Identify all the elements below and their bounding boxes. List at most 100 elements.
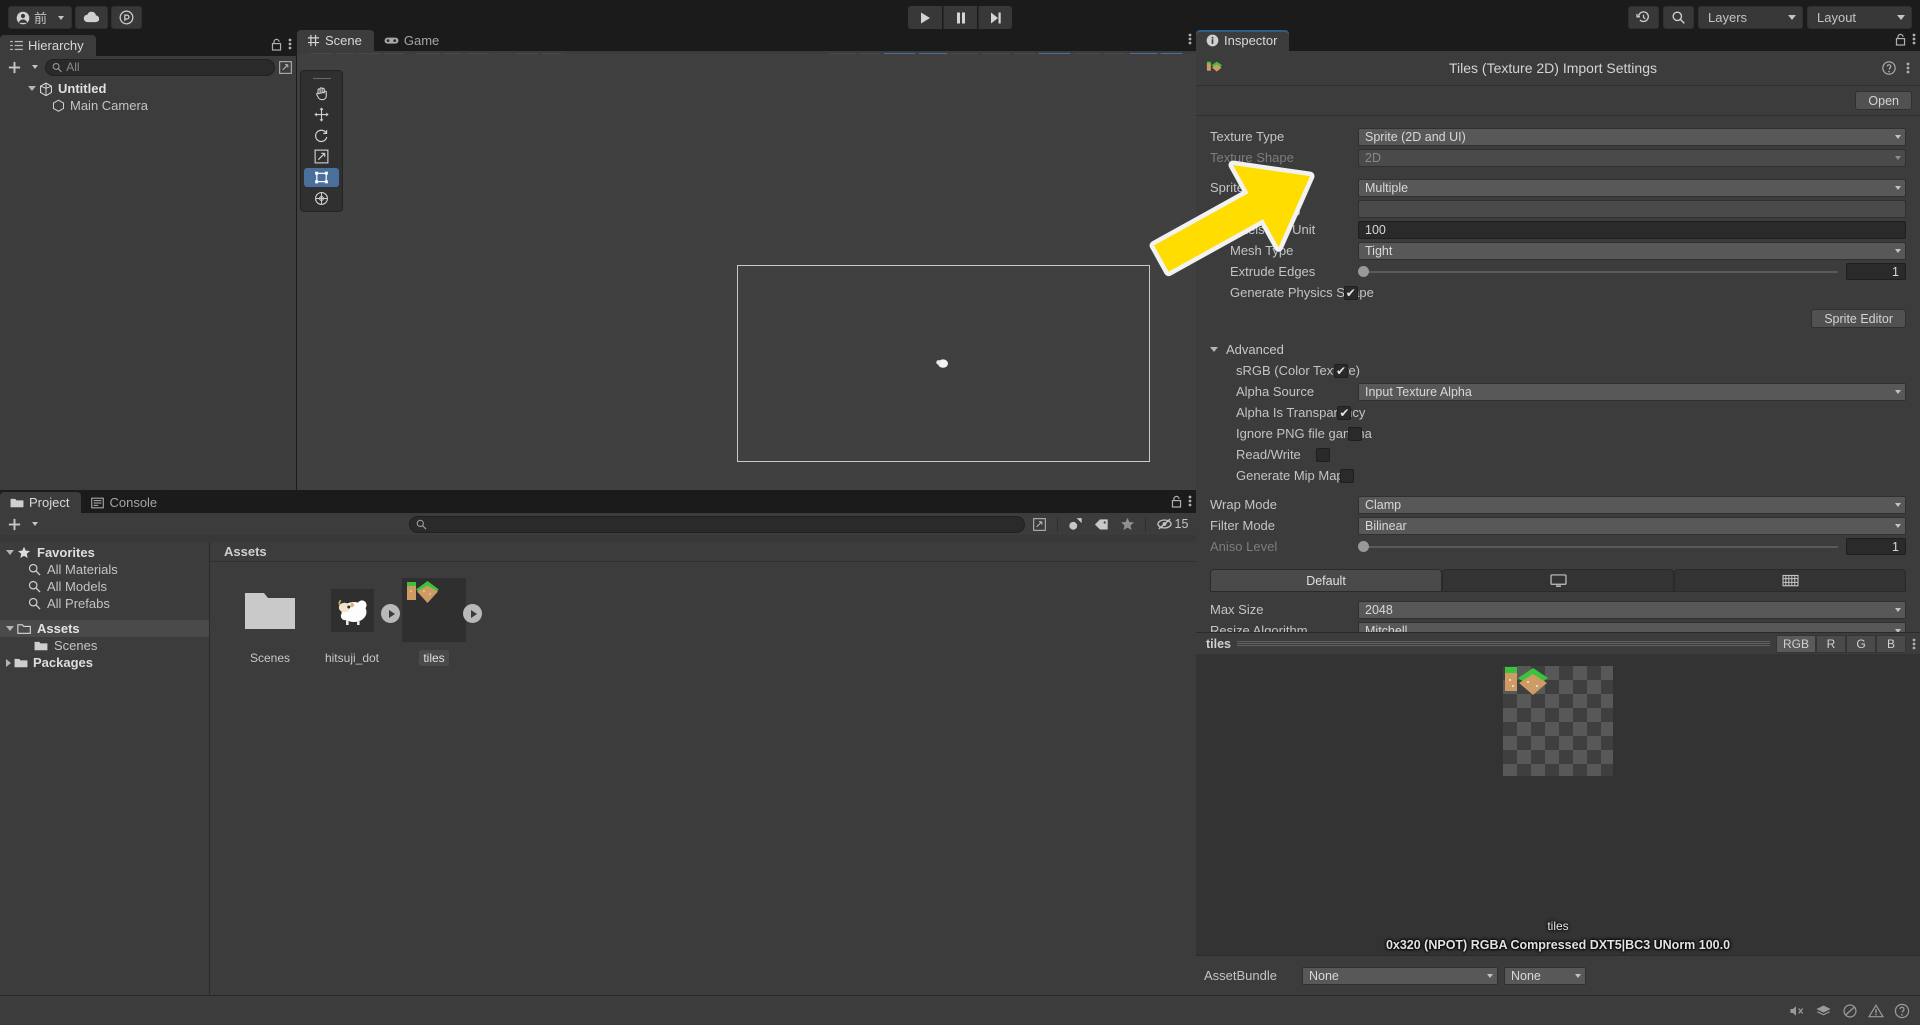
- preview-drag-lines[interactable]: [1237, 641, 1770, 646]
- project-tree-all-models[interactable]: All Models: [0, 578, 209, 595]
- slider-knob[interactable]: [1358, 266, 1369, 277]
- chevron-down-icon[interactable]: [28, 86, 36, 91]
- asset-item-hitsuji-dot[interactable]: hitsuji_dot: [314, 578, 390, 666]
- assetbundle-variant-dropdown[interactable]: None: [1504, 967, 1586, 985]
- project-tree-assets[interactable]: Assets: [0, 620, 209, 637]
- project-search-input[interactable]: [431, 517, 1018, 531]
- chevron-right-icon[interactable]: [6, 659, 11, 667]
- tab-project[interactable]: Project: [0, 492, 81, 513]
- texture-preview[interactable]: tiles 0x320 (NPOT) RGBA Compressed DXT5|…: [1196, 654, 1920, 955]
- lock-icon[interactable]: [271, 38, 282, 51]
- filter-by-label-button[interactable]: [1090, 515, 1113, 533]
- rotate-tool[interactable]: [304, 126, 339, 145]
- extrude-edges-slider[interactable]: 1: [1358, 263, 1906, 280]
- asset-preview-play-button[interactable]: [463, 604, 482, 623]
- wrap-mode-dropdown[interactable]: Clamp: [1358, 496, 1906, 514]
- platform-tab-standalone[interactable]: [1442, 569, 1674, 591]
- project-tree-favorites[interactable]: Favorites: [0, 544, 209, 561]
- account-dropdown[interactable]: 前: [8, 6, 72, 29]
- undo-history-button[interactable]: [1628, 6, 1659, 29]
- scene-viewport[interactable]: [297, 54, 1196, 490]
- alpha-is-transparency-checkbox[interactable]: ✔: [1337, 406, 1351, 420]
- packing-tag-input[interactable]: [1358, 200, 1906, 218]
- step-button[interactable]: [978, 6, 1012, 29]
- move-tool[interactable]: [304, 105, 339, 124]
- srgb-checkbox[interactable]: ✔: [1334, 364, 1348, 378]
- advanced-foldout-header[interactable]: Advanced: [1210, 338, 1906, 360]
- hierarchy-search-input[interactable]: [66, 60, 268, 74]
- kebab-icon[interactable]: [1188, 494, 1192, 508]
- search-button[interactable]: [1663, 6, 1694, 29]
- channel-r-button[interactable]: R: [1816, 635, 1846, 653]
- chevron-down-icon[interactable]: [6, 626, 14, 631]
- layers-status-icon[interactable]: [1815, 1004, 1832, 1018]
- kebab-icon[interactable]: [288, 37, 292, 51]
- kebab-icon[interactable]: [1912, 637, 1916, 651]
- layout-dropdown[interactable]: Layout: [1807, 6, 1912, 29]
- project-search[interactable]: [409, 516, 1025, 533]
- open-button[interactable]: Open: [1855, 91, 1912, 110]
- create-asset-button[interactable]: [4, 517, 41, 532]
- lock-icon[interactable]: [1895, 33, 1906, 46]
- transform-tool[interactable]: [304, 189, 339, 208]
- generate-physics-shape-checkbox[interactable]: ✔: [1344, 286, 1358, 300]
- sprite-mode-dropdown[interactable]: Multiple: [1358, 179, 1906, 197]
- channel-g-button[interactable]: G: [1846, 635, 1876, 653]
- project-tree-scenes[interactable]: Scenes: [0, 637, 209, 654]
- filter-by-type-button[interactable]: [1064, 515, 1087, 533]
- ignore-png-gamma-checkbox[interactable]: [1348, 427, 1362, 441]
- filter-by-favorite-button[interactable]: [1116, 515, 1139, 533]
- error-status-icon[interactable]: [1868, 1004, 1884, 1018]
- mesh-type-dropdown[interactable]: Tight: [1358, 242, 1906, 260]
- expand-search-button[interactable]: [1028, 515, 1051, 533]
- kebab-icon[interactable]: [1188, 32, 1192, 46]
- expand-search-icon[interactable]: [279, 61, 292, 74]
- chevron-down-icon[interactable]: [6, 550, 14, 555]
- hand-tool[interactable]: [304, 84, 339, 103]
- hierarchy-search[interactable]: [45, 59, 275, 76]
- slider-knob[interactable]: [1358, 541, 1369, 552]
- tab-console[interactable]: Console: [81, 492, 169, 513]
- platform-tab-default[interactable]: Default: [1210, 569, 1442, 591]
- texture-shape-dropdown[interactable]: 2D: [1358, 149, 1906, 167]
- texture-type-dropdown[interactable]: Sprite (2D and UI): [1358, 128, 1906, 146]
- lock-icon[interactable]: [1171, 495, 1182, 508]
- services-button[interactable]: [111, 6, 142, 29]
- read-write-checkbox[interactable]: [1316, 448, 1330, 462]
- hidden-packages-count[interactable]: 15: [1152, 515, 1192, 533]
- kebab-icon[interactable]: [1906, 61, 1910, 75]
- tab-scene[interactable]: Scene: [297, 30, 374, 51]
- scale-tool[interactable]: [304, 147, 339, 166]
- channel-b-button[interactable]: B: [1876, 635, 1906, 653]
- project-tree-all-prefabs[interactable]: All Prefabs: [0, 595, 209, 612]
- assetbundle-name-dropdown[interactable]: None: [1302, 967, 1498, 985]
- aniso-level-slider[interactable]: 1: [1358, 538, 1906, 555]
- project-tree-packages[interactable]: Packages: [0, 654, 209, 671]
- pause-button[interactable]: [943, 6, 977, 29]
- help-status-icon[interactable]: [1894, 1003, 1910, 1019]
- hierarchy-item-main-camera[interactable]: Main Camera: [0, 97, 296, 114]
- kebab-icon[interactable]: [1912, 32, 1916, 46]
- layers-dropdown[interactable]: Layers: [1698, 6, 1803, 29]
- asset-item-scenes[interactable]: Scenes: [232, 578, 308, 666]
- rect-tool[interactable]: [304, 168, 339, 187]
- clear-status-icon[interactable]: [1842, 1004, 1858, 1018]
- tab-hierarchy[interactable]: Hierarchy: [0, 35, 96, 56]
- max-size-dropdown[interactable]: 2048: [1358, 601, 1906, 619]
- sprite-editor-button[interactable]: Sprite Editor: [1811, 309, 1906, 328]
- slider-value[interactable]: 1: [1846, 263, 1906, 280]
- tab-inspector[interactable]: Inspector: [1196, 30, 1289, 51]
- filter-mode-dropdown[interactable]: Bilinear: [1358, 517, 1906, 535]
- tab-game[interactable]: Game: [374, 30, 451, 51]
- play-button[interactable]: [908, 6, 942, 29]
- cloud-button[interactable]: [75, 6, 108, 29]
- overlay-drag-handle[interactable]: [304, 74, 339, 82]
- platform-tab-web[interactable]: [1674, 569, 1906, 591]
- alpha-source-dropdown[interactable]: Input Texture Alpha: [1358, 383, 1906, 401]
- slider-value[interactable]: 1: [1846, 538, 1906, 555]
- hierarchy-item-untitled[interactable]: Untitled: [0, 80, 296, 97]
- generate-mip-maps-checkbox[interactable]: [1340, 469, 1354, 483]
- pixels-per-unit-input[interactable]: 100: [1358, 221, 1906, 239]
- mute-status-icon[interactable]: [1789, 1004, 1805, 1018]
- channel-rgb-button[interactable]: RGB: [1776, 635, 1816, 653]
